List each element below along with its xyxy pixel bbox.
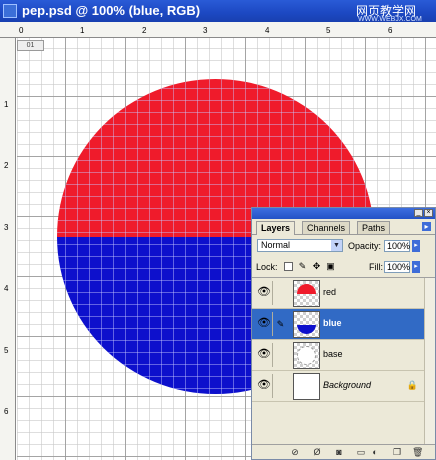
layer-thumbnail — [293, 280, 320, 307]
chevron-down-icon: ▼ — [331, 240, 342, 251]
ruler-label: 5 — [4, 346, 9, 355]
window-title: pep.psd @ 100% (blue, RGB) — [22, 3, 201, 18]
ruler-label: 2 — [4, 161, 9, 170]
ruler-label: 6 — [388, 26, 393, 35]
eye-icon[interactable]: 👁 — [256, 346, 272, 362]
layer-thumbnail — [293, 373, 320, 400]
ruler-label: 6 — [4, 407, 9, 416]
layer-row-background[interactable]: 👁 Background 🔒 — [252, 371, 424, 402]
lock-brush-icon[interactable]: ✎ — [298, 262, 307, 271]
opacity-label: Opacity: — [348, 241, 382, 251]
zoom-badge: 01 — [17, 40, 44, 51]
title-bar: pep.psd @ 100% (blue, RGB) 网页教学网 WWW.WEB… — [0, 0, 436, 23]
layer-row-red[interactable]: 👁 red — [252, 278, 424, 309]
lock-transparency-icon[interactable] — [284, 262, 293, 271]
palette-tabs: Layers Channels Paths ▸ — [252, 219, 435, 235]
ruler-label: 3 — [203, 26, 208, 35]
mask-icon[interactable]: ◙ — [334, 447, 344, 457]
layer-name[interactable]: red — [323, 287, 336, 297]
layers-palette: _ × Layers Channels Paths ▸ Normal ▼ Opa… — [251, 207, 436, 460]
vertical-ruler[interactable]: 1 2 3 4 5 6 — [0, 38, 16, 460]
ruler-label: 0 — [19, 26, 24, 35]
layer-name[interactable]: base — [323, 349, 343, 359]
new-layer-icon[interactable]: ❐ — [392, 447, 402, 457]
eye-icon[interactable]: 👁 — [256, 315, 272, 331]
minimize-button[interactable]: _ — [414, 209, 423, 217]
fill-field[interactable]: 100% — [384, 261, 410, 273]
eye-icon[interactable]: 👁 — [256, 284, 272, 300]
thumb-circle — [297, 346, 316, 365]
blend-mode-select[interactable]: Normal ▼ — [257, 239, 343, 252]
link-icon[interactable]: ⊘ — [290, 447, 300, 457]
photoshop-doc-icon — [3, 4, 17, 18]
layer-style-icon[interactable]: Ø — [312, 447, 322, 457]
tab-layers[interactable]: Layers — [256, 221, 296, 235]
link-cell[interactable] — [272, 281, 288, 305]
layer-thumbnail — [293, 311, 320, 338]
brush-icon[interactable]: ✎ — [272, 312, 288, 336]
tab-channels[interactable]: Channels — [302, 221, 351, 234]
thumb-blue-half — [297, 324, 316, 334]
eye-icon[interactable]: 👁 — [256, 377, 272, 393]
thumb-circle — [297, 315, 316, 334]
close-button[interactable]: × — [424, 209, 433, 217]
fill-slider-button[interactable]: ▸ — [412, 261, 420, 273]
layer-thumbnail — [293, 342, 320, 369]
horizontal-ruler[interactable]: 0 1 2 3 4 5 6 — [0, 22, 436, 38]
ruler-label: 4 — [4, 284, 9, 293]
ruler-label: 5 — [326, 26, 331, 35]
adjustment-icon[interactable]: ◐ — [370, 447, 380, 457]
tab-paths[interactable]: Paths — [357, 221, 391, 234]
lock-icon: 🔒 — [406, 380, 418, 390]
thumb-circle — [297, 284, 316, 303]
opacity-field[interactable]: 100% — [384, 240, 410, 252]
blend-mode-value: Normal — [261, 240, 291, 250]
fill-label: Fill: — [369, 262, 383, 272]
layer-row-blue[interactable]: 👁 ✎ blue — [252, 309, 424, 340]
palette-footer: ⊘ Ø ◙ ▭ ◐ ❐ 🗑 — [252, 444, 435, 460]
opacity-slider-button[interactable]: ▸ — [412, 240, 420, 252]
thumb-red-half — [297, 284, 316, 294]
palette-titlebar[interactable]: _ × — [252, 208, 435, 219]
ruler-label: 2 — [142, 26, 147, 35]
trash-icon[interactable]: 🗑 — [412, 447, 423, 457]
watermark-logo: 网页教学网 WWW.WEBJX.COM — [350, 3, 434, 23]
link-cell[interactable] — [272, 374, 288, 398]
layer-name[interactable]: blue — [323, 318, 342, 328]
palette-menu-icon[interactable]: ▸ — [422, 222, 431, 231]
link-cell[interactable] — [272, 343, 288, 367]
ruler-label: 1 — [4, 100, 9, 109]
layer-name[interactable]: Background — [323, 380, 371, 390]
layer-row-base[interactable]: 👁 base — [252, 340, 424, 371]
ruler-label: 1 — [80, 26, 85, 35]
ruler-label: 3 — [4, 223, 9, 232]
new-set-icon[interactable]: ▭ — [356, 447, 366, 457]
layers-scrollbar[interactable] — [424, 278, 435, 444]
ruler-label: 4 — [265, 26, 270, 35]
lock-move-icon[interactable]: ✥ — [312, 262, 321, 271]
lock-all-icon[interactable]: ▣ — [326, 262, 335, 271]
lock-label: Lock: — [256, 262, 278, 272]
